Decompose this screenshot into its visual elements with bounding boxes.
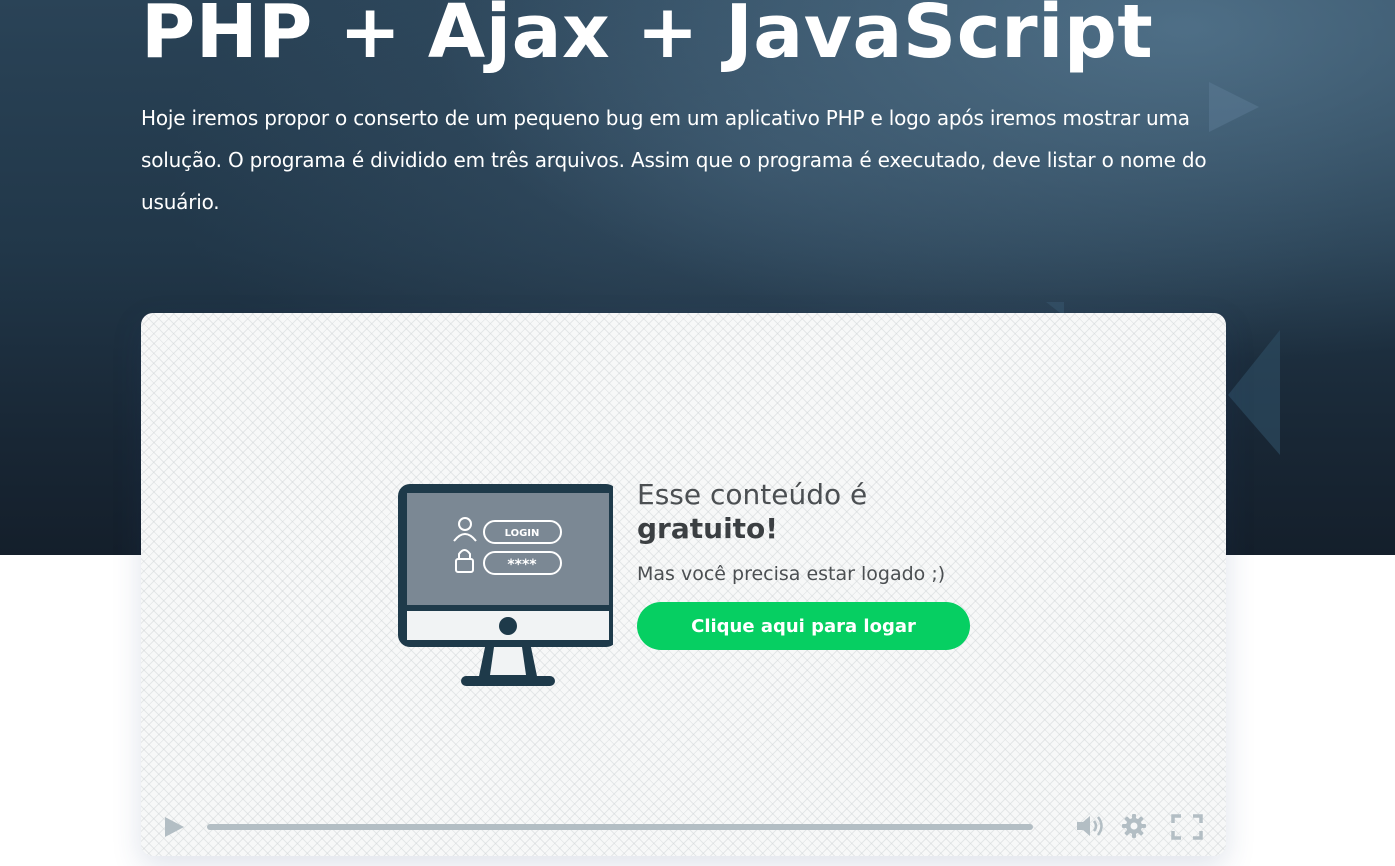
- player-controls: [141, 808, 1226, 848]
- gate-subtitle: Mas você precisa estar logado ;): [637, 563, 946, 585]
- fullscreen-icon[interactable]: [1171, 814, 1203, 840]
- video-player[interactable]: LOGIN **** Esse conteúdo é gratuito! Mas…: [141, 313, 1226, 856]
- password-mask: ****: [507, 557, 537, 573]
- play-icon[interactable]: [163, 815, 185, 839]
- gate-title-line1: Esse conteúdo é: [637, 478, 868, 511]
- volume-icon[interactable]: [1075, 813, 1105, 839]
- settings-icon[interactable]: [1121, 813, 1147, 839]
- login-label: LOGIN: [505, 528, 540, 539]
- progress-bar[interactable]: [207, 824, 1033, 830]
- gate-title-line2: gratuito!: [637, 512, 779, 545]
- gate-title: Esse conteúdo é gratuito!: [637, 478, 867, 546]
- page-description: Hoje iremos propor o conserto de um pequ…: [141, 106, 1207, 214]
- decor-play-shape-right: [1228, 330, 1280, 455]
- monitor-login-illustration: LOGIN ****: [398, 484, 613, 686]
- login-button[interactable]: Clique aqui para logar: [637, 602, 970, 650]
- page-title: PHP + Ajax + JavaScript: [141, 0, 1154, 75]
